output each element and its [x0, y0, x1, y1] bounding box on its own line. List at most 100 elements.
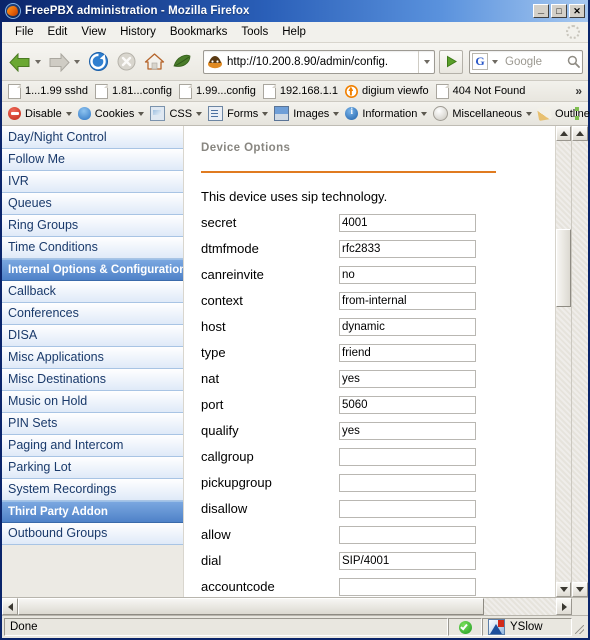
- scroll-track[interactable]: [572, 141, 588, 582]
- horizontal-scroll-track[interactable]: [484, 598, 556, 615]
- dial-field[interactable]: [339, 551, 476, 570]
- scroll-up-button[interactable]: [572, 126, 588, 141]
- inner-scroll-down-button[interactable]: [556, 582, 571, 597]
- browser-vertical-scrollbar[interactable]: [571, 126, 588, 597]
- sidebar-item-queues[interactable]: Queues: [2, 193, 183, 215]
- bookmark-item[interactable]: 404 Not Found: [434, 83, 531, 100]
- scroll-down-button[interactable]: [572, 582, 588, 597]
- sidebar-item-follow-me[interactable]: Follow Me: [2, 149, 183, 171]
- inner-page-scrollbar[interactable]: [555, 126, 571, 597]
- secret-field[interactable]: [339, 213, 476, 232]
- sidebar-item-disa[interactable]: DISA: [2, 325, 183, 347]
- page-icon: [8, 83, 21, 99]
- search-input[interactable]: Google: [500, 56, 564, 68]
- bookmark-item[interactable]: 1...1.99 sshd: [6, 83, 93, 100]
- scroll-left-button[interactable]: [2, 598, 18, 615]
- nat-field[interactable]: [339, 369, 476, 388]
- menu-item-edit[interactable]: Edit: [41, 24, 75, 40]
- menu-item-file[interactable]: File: [8, 24, 41, 40]
- back-dropdown-icon[interactable]: [35, 59, 41, 64]
- type-field[interactable]: [339, 343, 476, 362]
- sidebar-item-paging-and-intercom[interactable]: Paging and Intercom: [2, 435, 183, 457]
- url-dropdown-icon[interactable]: [418, 50, 434, 73]
- content-area: Day/Night Control Follow Me IVR Queues R…: [2, 126, 588, 598]
- form-row: allow: [201, 523, 555, 546]
- bookmark-item[interactable]: 192.168.1.1: [261, 83, 343, 100]
- browser-horizontal-scrollbar[interactable]: [2, 598, 588, 616]
- menu-item-bookmarks[interactable]: Bookmarks: [163, 24, 235, 40]
- menu-item-history[interactable]: History: [113, 24, 163, 40]
- chevron-down-icon: [65, 111, 72, 116]
- sidebar-item-misc-applications[interactable]: Misc Applications: [2, 347, 183, 369]
- sidebar-item-ivr[interactable]: IVR: [2, 171, 183, 193]
- host-field[interactable]: [339, 317, 476, 336]
- callgroup-field[interactable]: [339, 447, 476, 466]
- sidebar-item-outbound-groups[interactable]: Outbound Groups: [2, 523, 183, 545]
- sidebar-item-ring-groups[interactable]: Ring Groups: [2, 215, 183, 237]
- inner-scroll-up-button[interactable]: [556, 126, 571, 141]
- devtool-cookies[interactable]: Cookies: [75, 106, 148, 121]
- stop-button[interactable]: [113, 49, 139, 75]
- sidebar-item-system-recordings[interactable]: System Recordings: [2, 479, 183, 501]
- maximize-button[interactable]: □: [551, 4, 567, 18]
- forward-dropdown-icon[interactable]: [74, 59, 80, 64]
- sidebar-item-time-conditions[interactable]: Time Conditions: [2, 237, 183, 259]
- leaf-button[interactable]: [169, 49, 195, 75]
- sidebar-item-callback[interactable]: Callback: [2, 281, 183, 303]
- bookmark-item[interactable]: 1.99...config: [177, 83, 261, 100]
- inner-scroll-track[interactable]: [556, 141, 571, 582]
- bookmark-item[interactable]: digium viewfo: [343, 84, 434, 99]
- back-button[interactable]: [7, 49, 33, 75]
- sidebar-item-parking-lot[interactable]: Parking Lot: [2, 457, 183, 479]
- scroll-right-button[interactable]: [556, 598, 572, 615]
- search-bar[interactable]: G Google: [469, 49, 583, 74]
- resize-grip[interactable]: [572, 618, 586, 636]
- form-row: port: [201, 393, 555, 416]
- chevron-down-icon: [526, 111, 533, 116]
- search-engine-dropdown-icon[interactable]: [489, 51, 500, 73]
- accountcode-field[interactable]: [339, 577, 476, 596]
- sidebar-item-misc-destinations[interactable]: Misc Destinations: [2, 369, 183, 391]
- devtool-information[interactable]: Information: [342, 106, 430, 121]
- disallow-field[interactable]: [339, 499, 476, 518]
- allow-field[interactable]: [339, 525, 476, 544]
- search-icon[interactable]: [564, 55, 582, 68]
- browser-window: FreePBX administration - Mozilla Firefox…: [0, 0, 590, 640]
- dtmfmode-field[interactable]: [339, 239, 476, 258]
- close-button[interactable]: ✕: [569, 4, 585, 18]
- reload-button[interactable]: [85, 49, 111, 75]
- minimize-button[interactable]: _: [533, 4, 549, 18]
- context-field[interactable]: [339, 291, 476, 310]
- port-field[interactable]: [339, 395, 476, 414]
- qualify-field[interactable]: [339, 421, 476, 440]
- menu-item-view[interactable]: View: [74, 24, 113, 40]
- devtool-miscellaneous[interactable]: Miscellaneous: [430, 105, 535, 122]
- forward-button[interactable]: [46, 49, 72, 75]
- menu-item-help[interactable]: Help: [275, 24, 313, 40]
- pickupgroup-field[interactable]: [339, 473, 476, 492]
- devtool-forms[interactable]: Forms: [205, 105, 271, 122]
- sidebar-item-pin-sets[interactable]: PIN Sets: [2, 413, 183, 435]
- security-indicator[interactable]: [448, 618, 482, 636]
- status-text: Done: [4, 618, 448, 636]
- devtool-images[interactable]: Images: [271, 105, 342, 122]
- devtool-overflow-icon[interactable]: [575, 107, 584, 120]
- canreinvite-field[interactable]: [339, 265, 476, 284]
- sidebar-item-conferences[interactable]: Conferences: [2, 303, 183, 325]
- inner-scroll-thumb[interactable]: [556, 229, 571, 307]
- bookmark-item[interactable]: 1.81...config: [93, 83, 177, 100]
- close-icon: ✕: [573, 5, 581, 16]
- devtool-css[interactable]: CSS: [147, 105, 205, 122]
- go-button[interactable]: [439, 49, 463, 74]
- url-bar[interactable]: http://10.200.8.90/admin/config.: [203, 49, 435, 74]
- page-icon: [262, 83, 276, 99]
- menu-item-tools[interactable]: Tools: [234, 24, 275, 40]
- devtool-disable[interactable]: Disable: [5, 106, 75, 121]
- images-icon: [274, 106, 290, 121]
- horizontal-scroll-thumb[interactable]: [18, 598, 484, 615]
- bookmarks-overflow-icon[interactable]: »: [575, 84, 582, 98]
- sidebar-item-music-on-hold[interactable]: Music on Hold: [2, 391, 183, 413]
- yslow-indicator[interactable]: YSlow: [482, 618, 572, 636]
- home-button[interactable]: [141, 49, 167, 75]
- sidebar-item-day-night-control[interactable]: Day/Night Control: [2, 127, 183, 149]
